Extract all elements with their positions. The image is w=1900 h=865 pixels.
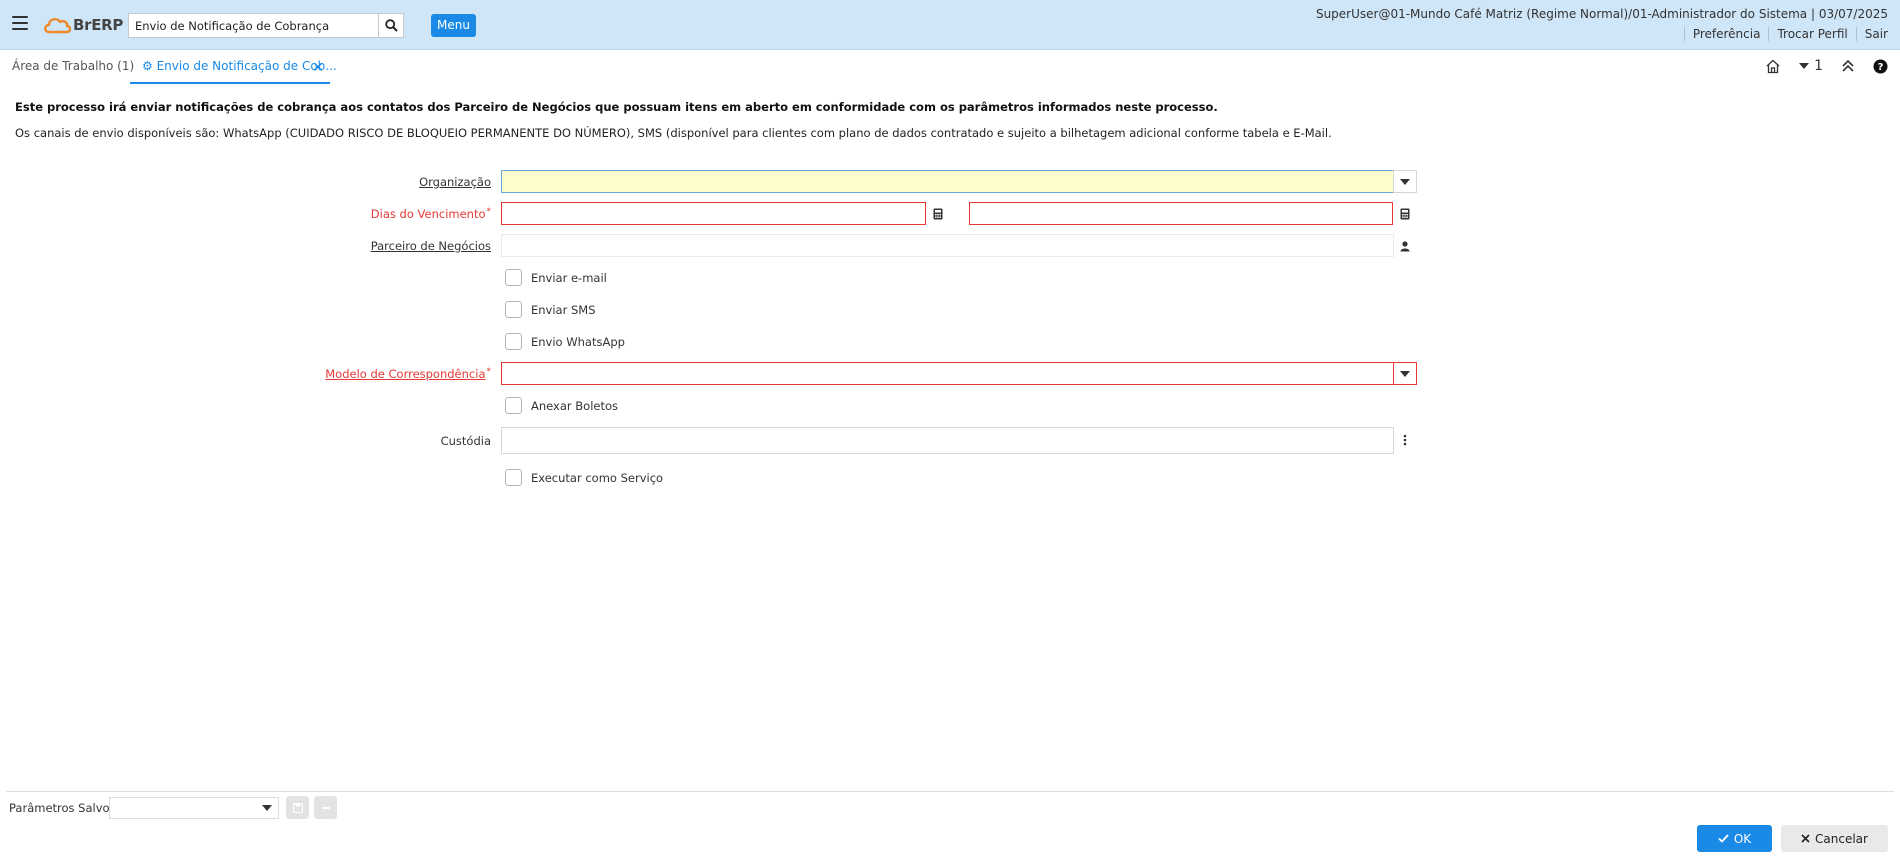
enviar-sms-label: Enviar SMS [531,302,596,317]
enviar-email-label: Enviar e-mail [531,270,607,285]
cancel-label: Cancelar [1815,831,1868,846]
executar-servico-checkbox[interactable] [505,469,522,486]
anexar-boletos-label: Anexar Boletos [531,398,618,413]
executar-servico-checkbox-row[interactable]: Executar como Serviço [505,469,663,486]
custodia-field[interactable] [501,427,1394,454]
delete-params-button[interactable] [314,796,337,819]
search-icon [384,19,398,32]
brerp-logo[interactable]: BrERP [42,13,123,37]
help-icon[interactable]: ? [1873,59,1888,74]
footer-divider [6,791,1894,792]
dias-vencimento-from-field[interactable] [501,202,926,225]
hamburger-menu-icon[interactable] [12,16,28,30]
minus-icon [321,806,330,809]
preferences-link[interactable]: Preferência [1683,27,1769,41]
tab-process[interactable]: ⚙ Envio de Notificação de Cob... ✕ [130,51,337,84]
svg-text:?: ? [1878,62,1884,73]
header-links: Preferência Trocar Perfil Sair [1683,27,1896,41]
more-vertical-icon[interactable] [1395,430,1415,450]
calculator-icon[interactable] [1395,204,1415,224]
chevron-down-icon [1799,63,1810,69]
cancel-button[interactable]: Cancelar [1781,825,1888,852]
saved-params-label: Parâmetros Salvos [9,801,116,815]
window-count: 1 [1814,58,1823,74]
close-icon [1801,834,1810,843]
tab-process-label: Envio de Notificação de Cob... [156,59,337,73]
save-icon [292,802,303,813]
enviar-email-checkbox[interactable] [505,269,522,286]
modelo-field[interactable] [501,362,1394,385]
close-icon[interactable]: ✕ [312,60,324,76]
parceiro-label[interactable]: Parceiro de Negócios [371,239,491,253]
search-box [128,13,404,38]
home-icon[interactable] [1765,59,1781,74]
dias-vencimento-label[interactable]: Dias do Vencimento* [371,207,491,221]
modelo-dropdown-button[interactable] [1393,362,1417,385]
cloud-logo-icon [44,17,72,34]
search-input[interactable] [129,14,378,37]
search-button[interactable] [378,14,403,37]
parceiro-input[interactable] [502,235,1393,256]
check-icon [1718,834,1729,843]
envio-whatsapp-label: Envio WhatsApp [531,334,625,349]
tab-tools: 1 ? [1765,58,1888,74]
modelo-label[interactable]: Modelo de Correspondência* [325,367,491,381]
modelo-input[interactable] [502,363,1393,384]
organizacao-field[interactable] [501,170,1394,193]
custodia-label: Custódia [440,434,491,448]
organizacao-label[interactable]: Organização [419,175,491,189]
user-icon[interactable] [1395,236,1415,256]
tab-workspace[interactable]: Área de Trabalho (1) [12,59,134,73]
anexar-boletos-checkbox-row[interactable]: Anexar Boletos [505,397,618,414]
window-list-dropdown[interactable]: 1 [1799,58,1823,74]
anexar-boletos-checkbox[interactable] [505,397,522,414]
enviar-sms-checkbox-row[interactable]: Enviar SMS [505,301,596,318]
logo-text: BrERP [73,16,124,34]
enviar-sms-checkbox[interactable] [505,301,522,318]
envio-whatsapp-checkbox[interactable] [505,333,522,350]
required-mark: * [486,367,492,377]
modelo-label-text: Modelo de Correspondência [325,367,486,381]
custodia-input[interactable] [502,428,1393,453]
user-info: SuperUser@01-Mundo Café Matriz (Regime N… [1315,7,1888,21]
dias-vencimento-to-input[interactable] [970,203,1392,224]
envio-whatsapp-checkbox-row[interactable]: Envio WhatsApp [505,333,625,350]
saved-params-select[interactable] [109,797,279,819]
parceiro-field[interactable] [501,234,1394,257]
save-params-button[interactable] [286,796,309,819]
organizacao-dropdown-button[interactable] [1393,170,1417,193]
executar-servico-label: Executar como Serviço [531,470,664,485]
required-mark: * [486,207,492,217]
switch-role-link[interactable]: Trocar Perfil [1768,27,1855,41]
calculator-icon[interactable] [928,204,948,224]
gear-icon: ⚙ [142,59,157,73]
chevron-down-icon [1400,370,1410,377]
logout-link[interactable]: Sair [1855,27,1896,41]
dias-vencimento-from-input[interactable] [502,203,925,224]
collapse-icon[interactable] [1841,59,1855,73]
dias-vencimento-label-text: Dias do Vencimento [370,207,486,221]
ok-button[interactable]: OK [1697,825,1772,852]
menu-button[interactable]: Menu [431,14,476,37]
process-description-title: Este processo irá enviar notificações de… [15,100,1218,114]
enviar-email-checkbox-row[interactable]: Enviar e-mail [505,269,607,286]
chevron-down-icon [1400,178,1410,185]
dias-vencimento-to-field[interactable] [969,202,1393,225]
process-description-detail: Os canais de envio disponíveis são: What… [15,126,1332,140]
header-bar: BrERP Menu SuperUser@01-Mundo Café Matri… [0,0,1900,50]
ok-label: OK [1733,831,1752,846]
chevron-down-icon[interactable] [256,798,278,818]
tab-bar: Área de Trabalho (1) ⚙ Envio de Notifica… [0,51,1900,84]
organizacao-input[interactable] [502,171,1393,192]
